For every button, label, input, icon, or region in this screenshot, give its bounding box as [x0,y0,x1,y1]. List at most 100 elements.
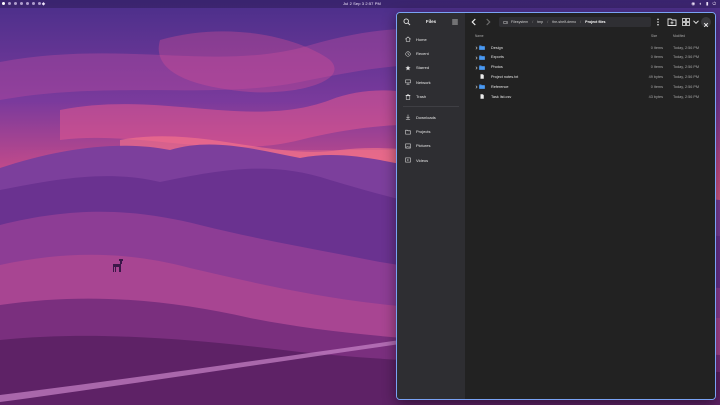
sidebar-item-network[interactable]: Network [397,75,465,89]
download-icon [405,114,411,120]
close-button[interactable] [701,17,711,28]
column-modified[interactable]: Modified [673,34,685,38]
file-name: Project notes.txt [491,74,519,79]
breadcrumb-separator: / [580,20,582,24]
power-icon[interactable]: ⏻ [712,1,716,6]
sidebar-item-label: Trash [416,94,427,100]
file-modified: Today, 2:56 PM [673,55,700,60]
sidebar-item-starred[interactable]: Starred [397,61,465,75]
chevron-down-icon[interactable] [691,17,701,27]
sidebar-item-recent[interactable]: Recent [397,46,465,60]
expand-chevron-icon[interactable] [475,56,478,60]
close-icon [703,22,709,28]
clock[interactable]: Jul 2 Sep 3 2:57 PM [343,1,381,6]
folder-icon [479,84,485,89]
breadcrumb-separator: / [532,20,534,24]
file-name: Exports [491,55,504,60]
app-grid-icon[interactable]: ◆ [41,1,46,6]
sidebar-item-label: Starred [416,65,430,71]
video-icon [405,157,411,163]
file-modified: Today, 2:56 PM [673,74,700,79]
folder-icon [479,45,485,50]
grid-view-icon[interactable] [681,17,691,27]
folder-icon [479,65,485,70]
breadcrumb[interactable]: Filesystem / tmp / the-shelf-demo / Proj… [499,17,651,27]
volume-icon[interactable]: ◐ [699,1,702,6]
hamburger-menu-icon[interactable] [451,18,459,26]
expand-chevron-icon[interactable] [475,66,478,70]
file-name: Photos [491,65,503,70]
folder-icon [405,129,411,134]
files-window: Files Home Recent Starred Network Trash … [396,12,716,400]
trash-icon [405,94,411,100]
file-row[interactable]: Reference 0 items Today, 2:56 PM [465,82,715,92]
sidebar-item-label: Recent [416,51,429,57]
file-row[interactable]: Project notes.txt 49 bytes Today, 2:56 PM [465,72,715,82]
file-size: 0 items [650,65,663,70]
sidebar-divider [403,105,459,107]
sidebar-item-label: Videos [416,157,429,163]
file-name: Design [491,45,503,50]
sidebar-item-projects[interactable]: Projects [397,124,465,138]
kebab-menu-icon[interactable] [653,17,663,27]
expand-chevron-icon[interactable] [475,85,478,89]
forward-icon[interactable] [483,17,493,27]
column-headers: Name Size Modified [465,31,715,39]
file-icon [480,74,484,80]
workspace-dot[interactable] [32,1,35,5]
file-name: Task list.csv [491,94,512,99]
file-icon [480,94,484,99]
picture-icon [405,143,411,149]
drive-icon [503,20,508,24]
file-modified: Today, 2:56 PM [673,94,700,99]
column-name[interactable]: Name [475,34,484,38]
workspace-dot[interactable] [2,1,5,5]
file-name: Reference [491,84,509,89]
workspace-dot[interactable] [20,1,23,5]
sidebar-item-label: Downloads [416,114,436,120]
file-row[interactable]: Task list.csv 43 bytes Today, 2:56 PM [465,92,715,102]
new-folder-icon[interactable] [667,17,677,27]
network-icon [405,79,411,85]
sidebar-item-pictures[interactable]: Pictures [397,139,465,153]
breadcrumb-separator: / [547,20,549,24]
file-row[interactable]: Photos 0 items Today, 2:56 PM [465,63,715,73]
file-modified: Today, 2:56 PM [673,84,700,89]
file-size: 43 bytes [648,94,663,99]
sidebar-item-home[interactable]: Home [397,32,465,46]
file-list: Design 0 items Today, 2:56 PM Exports 0 item… [465,43,715,102]
workspace-dot[interactable] [14,1,17,5]
breadcrumb-filesystem[interactable]: Filesystem [511,20,528,24]
battery-icon[interactable]: ▮ [706,1,708,6]
column-size[interactable]: Size [651,34,657,38]
file-modified: Today, 2:56 PM [673,45,700,50]
sidebar-item-label: Home [416,36,427,42]
bookmarks-list: Downloads Projects Pictures Videos [397,110,465,168]
file-size: 49 bytes [648,74,663,79]
system-tray[interactable]: ◉ ◐ ▮ ⏻ [691,1,716,6]
file-browser: Filesystem / tmp / the-shelf-demo / Proj… [465,13,715,399]
home-icon [405,36,411,42]
workspace-dot[interactable] [8,1,11,5]
places-list: Home Recent Starred Network Trash [397,32,465,104]
workspace-dot[interactable] [26,1,29,5]
breadcrumb-the-shelf-demo[interactable]: the-shelf-demo [552,20,576,24]
sidebar-item-downloads[interactable]: Downloads [397,110,465,124]
file-size: 0 items [650,45,663,50]
back-icon[interactable] [469,17,479,27]
file-size: 0 items [650,55,663,60]
workspace-indicator[interactable] [2,1,41,5]
network-icon[interactable]: ◉ [691,1,695,6]
file-row[interactable]: Exports 0 items Today, 2:56 PM [465,53,715,63]
sidebar-item-trash[interactable]: Trash [397,90,465,104]
sidebar-item-videos[interactable]: Videos [397,153,465,167]
file-modified: Today, 2:56 PM [673,65,700,70]
sidebar: Files Home Recent Starred Network Trash … [397,13,465,399]
file-size: 0 items [650,84,663,89]
breadcrumb-tmp[interactable]: tmp [537,20,543,24]
sidebar-item-label: Pictures [416,143,431,149]
breadcrumb-project-files[interactable]: Project files [585,20,605,24]
expand-chevron-icon[interactable] [475,46,478,50]
sidebar-header: Files [397,13,465,31]
file-row[interactable]: Design 0 items Today, 2:56 PM [465,43,715,53]
